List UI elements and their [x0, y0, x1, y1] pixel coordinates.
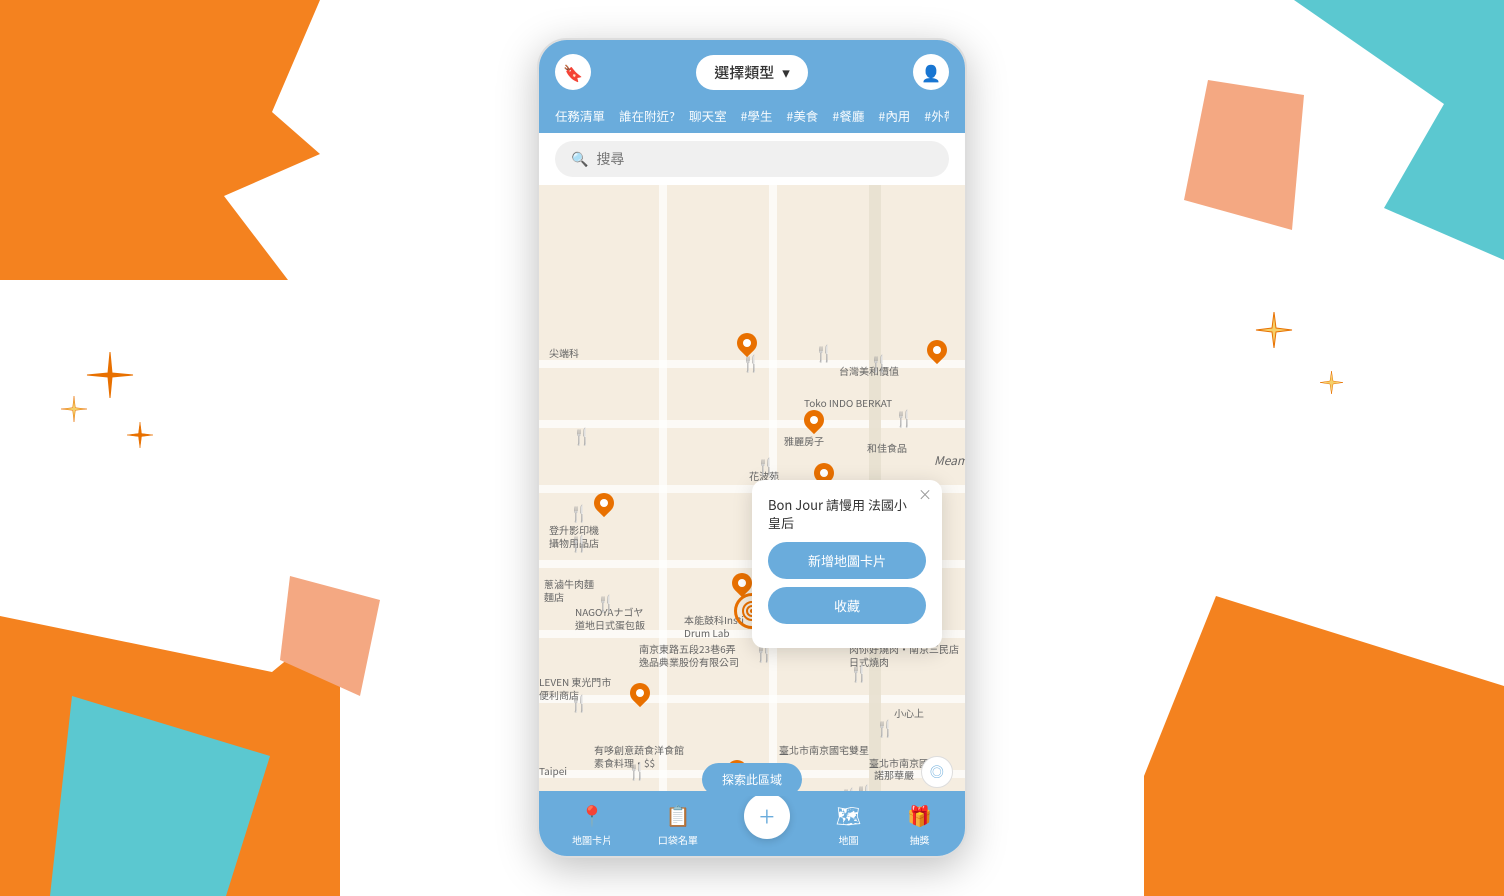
nav-item-map[interactable]: 🗺 地圖	[836, 800, 861, 847]
cyan-shape-bottom-left	[50, 696, 270, 896]
nav-tab-chat[interactable]: 聊天室	[689, 106, 727, 125]
search-bar: 🔍	[539, 133, 965, 185]
street-v1	[659, 185, 667, 806]
location-pin-4[interactable]	[594, 493, 614, 513]
popup-card: × Bon Jour 請慢用 法國小皇后 新增地圖卡片 收藏	[752, 480, 942, 648]
chevron-down-icon: ▾	[782, 62, 790, 83]
nav-tab-dine-in[interactable]: #內用	[878, 106, 910, 125]
search-input[interactable]	[596, 151, 933, 167]
orange-shape-top-left	[0, 0, 320, 280]
app-header: 🔖 選擇類型 ▾ 👤 任務清單 誰在附近? 聊天室 #學生 #美食 #餐廳 #內…	[539, 40, 965, 185]
nav-item-pocket-list[interactable]: 📋 口袋名單	[658, 800, 698, 847]
nav-item-map-label: 地圖	[838, 832, 858, 847]
lucky-draw-icon: 🎁	[907, 800, 932, 829]
header-top-row: 🔖 選擇類型 ▾ 👤	[555, 54, 949, 90]
nav-tab-nearby[interactable]: 誰在附近?	[619, 106, 675, 125]
pin-food-9[interactable]: 🍴	[596, 590, 616, 614]
nav-item-lucky-draw-label: 抽獎	[910, 832, 930, 847]
bookmark-button[interactable]: 🔖	[555, 54, 591, 90]
map-label-xiaoxin: 小心上	[894, 705, 924, 720]
bookmark-icon: 🔖	[563, 60, 583, 84]
map-label-taipei-beiy: 臺北市南京國宅雙星	[779, 743, 869, 756]
map-icon: 🗺	[836, 800, 861, 829]
sparkle-yellow-right	[1254, 310, 1294, 350]
location-pin-6[interactable]	[630, 683, 650, 703]
map-label-nuona: 諾那華嚴	[874, 767, 914, 782]
category-label: 選擇類型	[714, 62, 774, 83]
peach-shape-top-right	[1184, 80, 1304, 230]
cyan-shape-top-right	[1204, 0, 1504, 260]
nav-tab-food[interactable]: #美食	[786, 106, 818, 125]
pocket-list-icon: 📋	[665, 800, 690, 829]
nav-tab-takeout[interactable]: #外帶	[924, 106, 949, 125]
nav-item-map-cards[interactable]: 📍 地圖卡片	[572, 800, 612, 847]
nav-item-lucky-draw[interactable]: 🎁 抽獎	[907, 800, 932, 847]
nav-tab-task[interactable]: 任務清單	[555, 106, 605, 125]
pin-food-2[interactable]: 🍴	[814, 340, 834, 364]
nav-tabs: 任務清單 誰在附近? 聊天室 #學生 #美食 #餐廳 #內用 #外帶 #台	[555, 100, 949, 133]
pin-food-5[interactable]: 🍴	[572, 423, 592, 447]
search-icon: 🔍	[571, 149, 588, 169]
map-label-hejia: 和佳食品	[867, 440, 907, 455]
map-label-taipei: Taipei	[539, 763, 567, 778]
nav-tab-student[interactable]: #學生	[740, 106, 772, 125]
peach-shape-bottom-left	[280, 576, 380, 696]
location-pin-5[interactable]	[732, 573, 752, 593]
nav-item-map-cards-label: 地圖卡片	[572, 832, 612, 847]
map-label-meam: Meam	[934, 452, 965, 469]
search-input-wrap[interactable]: 🔍	[555, 141, 949, 177]
locate-me-button[interactable]: ◎	[921, 756, 953, 788]
pin-food-11[interactable]: 🍴	[569, 690, 589, 714]
pin-food-6[interactable]: 🍴	[756, 453, 776, 477]
pin-food-15[interactable]: 🍴	[627, 758, 647, 782]
map-cards-icon: 📍	[580, 800, 605, 829]
sparkle-yellow-small	[60, 395, 88, 423]
add-icon: +	[759, 796, 774, 836]
pin-food-3[interactable]: 🍴	[869, 350, 889, 374]
map-label-toko: Toko INDO BERKAT	[804, 395, 892, 410]
profile-icon: 👤	[921, 60, 941, 84]
explore-area-button[interactable]: 探索此區域	[702, 763, 802, 796]
nav-tab-restaurant[interactable]: #餐廳	[832, 106, 864, 125]
pin-food-4[interactable]: 🍴	[894, 405, 914, 429]
pin-food-13[interactable]: 🍴	[849, 660, 869, 684]
save-button[interactable]: 收藏	[768, 587, 926, 624]
pin-food-8[interactable]: 🍴	[569, 530, 589, 554]
location-pin-1[interactable]	[737, 333, 757, 353]
profile-button[interactable]: 👤	[913, 54, 949, 90]
nav-item-add-button[interactable]: +	[744, 793, 790, 839]
add-map-card-button[interactable]: 新增地圖卡片	[768, 542, 926, 579]
orange-shape-bottom-left	[0, 616, 340, 896]
bottom-navigation: 📍 地圖卡片 📋 口袋名單 + 🗺 地圖 🎁 抽獎	[539, 791, 965, 856]
sparkle-orange-large	[85, 350, 135, 400]
map-label-cong: 蔥滷牛肉麵麵店	[544, 577, 594, 603]
sparkle-orange-small	[125, 420, 155, 450]
orange-shape-bottom-right	[1144, 596, 1504, 896]
sparkle-yellow-right-small	[1319, 370, 1344, 395]
category-selector[interactable]: 選擇類型 ▾	[696, 55, 808, 90]
map-label-nanjing23: 南京東路五段23巷6弄逸品典業股份有限公司	[639, 642, 739, 668]
location-pin-2[interactable]	[804, 410, 824, 430]
popup-close-button[interactable]: ×	[918, 488, 932, 502]
phone-container: 🔖 選擇類型 ▾ 👤 任務清單 誰在附近? 聊天室 #學生 #美食 #餐廳 #內…	[537, 38, 967, 858]
location-pin-10[interactable]	[927, 340, 947, 360]
map-label-yali: 雅麗房子	[784, 433, 824, 448]
map-label-jianduan: 尖端科	[549, 345, 579, 360]
pin-food-14[interactable]: 🍴	[875, 715, 895, 739]
popup-title: Bon Jour 請慢用 法國小皇后	[768, 496, 926, 532]
pin-food-7[interactable]: 🍴	[569, 500, 589, 524]
nav-item-pocket-list-label: 口袋名單	[658, 832, 698, 847]
map-area[interactable]: 尖端科 台灣美和價值 Toko INDO BERKAT 雅麗房子 和佳食品 花波…	[539, 185, 965, 806]
